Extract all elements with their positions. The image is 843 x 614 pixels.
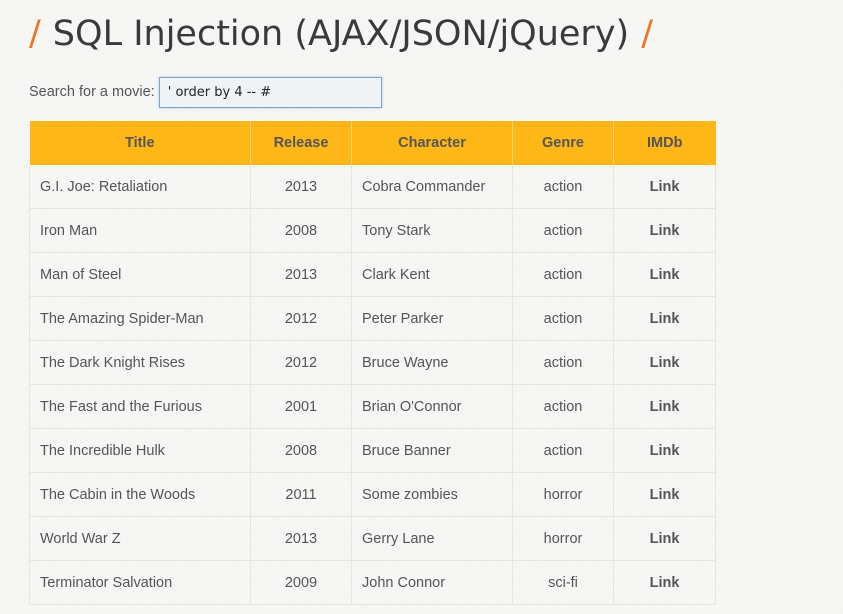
cell-character: Gerry Lane — [351, 516, 513, 561]
cell-release: 2009 — [250, 560, 352, 605]
cell-genre: action — [512, 208, 614, 253]
cell-release: 2013 — [250, 252, 352, 297]
cell-release: 2012 — [250, 296, 352, 341]
cell-release: 2011 — [250, 472, 352, 517]
table-row: The Amazing Spider-Man 2012 Peter Parker… — [29, 296, 716, 341]
cell-character: Peter Parker — [351, 296, 513, 341]
cell-character: Bruce Banner — [351, 428, 513, 473]
cell-title: The Amazing Spider-Man — [29, 296, 251, 341]
cell-release: 2013 — [250, 165, 352, 209]
table-row: The Cabin in the Woods 2011 Some zombies… — [29, 472, 716, 517]
cell-character: Clark Kent — [351, 252, 513, 297]
table-header-row: Title Release Character Genre IMDb — [29, 121, 716, 165]
imdb-link[interactable]: Link — [650, 399, 680, 415]
cell-imdb: Link — [613, 208, 716, 253]
cell-release: 2012 — [250, 340, 352, 385]
cell-title: Iron Man — [29, 208, 251, 253]
imdb-link[interactable]: Link — [650, 355, 680, 371]
cell-character: Cobra Commander — [351, 165, 513, 209]
table-row: The Dark Knight Rises 2012 Bruce Wayne a… — [29, 340, 716, 385]
imdb-link[interactable]: Link — [650, 179, 680, 195]
search-input[interactable] — [158, 76, 382, 108]
cell-character: Bruce Wayne — [351, 340, 513, 385]
column-header-imdb: IMDb — [613, 121, 716, 165]
imdb-link[interactable]: Link — [650, 487, 680, 503]
imdb-link[interactable]: Link — [650, 267, 680, 283]
cell-title: The Dark Knight Rises — [29, 340, 251, 385]
cell-genre: action — [512, 165, 614, 209]
cell-title: G.I. Joe: Retaliation — [29, 165, 251, 209]
table-row: Man of Steel 2013 Clark Kent action Link — [29, 252, 716, 297]
cell-imdb: Link — [613, 384, 716, 429]
column-header-character: Character — [351, 121, 513, 165]
cell-release: 2013 — [250, 516, 352, 561]
cell-genre: action — [512, 340, 614, 385]
cell-genre: horror — [512, 516, 614, 561]
cell-imdb: Link — [613, 472, 716, 517]
cell-character: John Connor — [351, 560, 513, 605]
column-header-genre: Genre — [512, 121, 614, 165]
cell-title: The Incredible Hulk — [29, 428, 251, 473]
table-row: G.I. Joe: Retaliation 2013 Cobra Command… — [29, 165, 716, 209]
cell-genre: action — [512, 384, 614, 429]
imdb-link[interactable]: Link — [650, 531, 680, 547]
table-row: Iron Man 2008 Tony Stark action Link — [29, 208, 716, 253]
table-row: Terminator Salvation 2009 John Connor sc… — [29, 560, 716, 605]
column-header-release: Release — [250, 121, 352, 165]
table-row: World War Z 2013 Gerry Lane horror Link — [29, 516, 716, 561]
imdb-link[interactable]: Link — [650, 311, 680, 327]
cell-imdb: Link — [613, 165, 716, 209]
page: / SQL Injection (AJAX/JSON/jQuery) / Searc… — [0, 0, 843, 614]
cell-genre: action — [512, 296, 614, 341]
cell-genre: action — [512, 252, 614, 297]
title-slash-right: / — [641, 14, 653, 54]
cell-imdb: Link — [613, 340, 716, 385]
cell-imdb: Link — [613, 428, 716, 473]
cell-imdb: Link — [613, 516, 716, 561]
cell-character: Brian O'Connor — [351, 384, 513, 429]
cell-character: Tony Stark — [351, 208, 513, 253]
cell-release: 2008 — [250, 428, 352, 473]
table-row: The Incredible Hulk 2008 Bruce Banner ac… — [29, 428, 716, 473]
cell-title: The Cabin in the Woods — [29, 472, 251, 517]
cell-imdb: Link — [613, 252, 716, 297]
title-slash-left: / — [29, 14, 41, 54]
imdb-link[interactable]: Link — [650, 223, 680, 239]
cell-title: The Fast and the Furious — [29, 384, 251, 429]
cell-title: Man of Steel — [29, 252, 251, 297]
page-title-text: SQL Injection (AJAX/JSON/jQuery) — [52, 14, 630, 54]
cell-genre: horror — [512, 472, 614, 517]
movie-table: Title Release Character Genre IMDb G.I. … — [29, 121, 716, 605]
search-form: Search for a movie: — [29, 75, 382, 109]
cell-release: 2008 — [250, 208, 352, 253]
cell-genre: sci-fi — [512, 560, 614, 605]
cell-imdb: Link — [613, 560, 716, 605]
page-title: / SQL Injection (AJAX/JSON/jQuery) / — [29, 12, 653, 56]
cell-title: Terminator Salvation — [29, 560, 251, 605]
cell-title: World War Z — [29, 516, 251, 561]
imdb-link[interactable]: Link — [650, 575, 680, 591]
cell-character: Some zombies — [351, 472, 513, 517]
cell-genre: action — [512, 428, 614, 473]
table-row: The Fast and the Furious 2001 Brian O'Co… — [29, 384, 716, 429]
cell-release: 2001 — [250, 384, 352, 429]
cell-imdb: Link — [613, 296, 716, 341]
imdb-link[interactable]: Link — [650, 443, 680, 459]
search-label: Search for a movie: — [29, 84, 155, 100]
column-header-title: Title — [29, 121, 251, 165]
